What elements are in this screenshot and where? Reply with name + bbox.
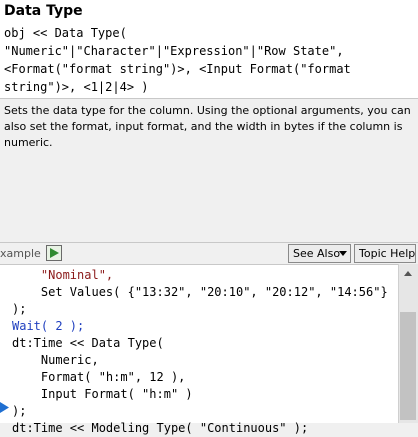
syntax-line: <Format("format string")>, <Input Format…	[4, 62, 351, 76]
code-editor[interactable]: "Nominal", Set Values( {"13:32", "20:10"…	[0, 264, 418, 435]
syntax-line: "Numeric"|"Character"|"Expression"|"Row …	[4, 44, 344, 58]
run-script-icon	[50, 248, 59, 258]
example-label: xample	[0, 247, 41, 260]
page-title: Data Type	[4, 3, 83, 19]
code-line: Numeric,	[12, 353, 99, 367]
topic-help-label: Topic Help	[359, 247, 416, 260]
syntax-line: string")>, <1|2|4> )	[4, 80, 149, 94]
see-also-label: See Also	[293, 247, 341, 260]
description-text: Sets the data type for the column. Using…	[4, 104, 411, 149]
help-header: Data Type obj << Data Type( "Numeric"|"C…	[0, 0, 418, 99]
run-script-button[interactable]	[46, 245, 62, 261]
see-also-dropdown[interactable]: See Also	[288, 244, 351, 263]
syntax-block: obj << Data Type( "Numeric"|"Character"|…	[4, 24, 416, 96]
syntax-line: obj << Data Type(	[4, 26, 127, 40]
code-line-text: "Nominal",	[12, 268, 114, 282]
code-line: Wait( 2 );	[12, 319, 85, 333]
code-line: Format( "h:m", 12 ),	[12, 370, 186, 384]
code-line: Input Format( "h:m" )	[12, 387, 193, 401]
code-line: Set Values( {"13:32", "20:10", "20:12", …	[12, 285, 388, 299]
code-line: );	[12, 302, 27, 316]
code-line: dt:Time << Data Type(	[12, 336, 164, 350]
chevron-down-icon	[339, 251, 347, 256]
example-toolbar: xample See Also Topic Help	[0, 242, 418, 264]
code-line: );	[12, 404, 27, 418]
current-line-arrow-icon	[0, 402, 9, 413]
description-panel: Sets the data type for the column. Using…	[0, 99, 418, 242]
code-lines: "Nominal", Set Values( {"13:32", "20:10"…	[12, 267, 398, 437]
scroll-up-arrow-icon[interactable]	[398, 265, 418, 281]
code-line: "Nominal",	[12, 267, 398, 284]
topic-help-button[interactable]: Topic Help	[354, 244, 416, 263]
scrollbar-thumb[interactable]	[400, 312, 416, 420]
